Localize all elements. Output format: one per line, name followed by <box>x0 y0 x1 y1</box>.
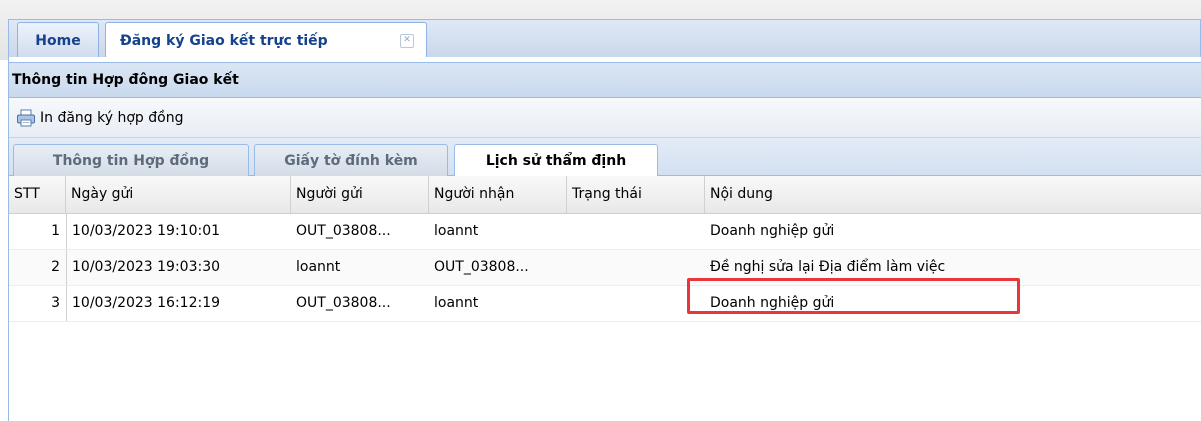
cell-nguoi-nhan: loannt <box>434 295 479 311</box>
contract-panel: Thông tin Hợp đông Giao kết In đăng ký h… <box>8 57 1201 421</box>
cell-nguoi-gui: OUT_03808... <box>296 295 391 311</box>
cell-noi-dung: Doanh nghiệp gửi <box>710 295 835 311</box>
cell-stt: 2 <box>51 259 60 275</box>
inner-tab-strip: Thông tin Hợp đồng Giấy tờ đính kèm Lịch… <box>9 138 1201 177</box>
table-row[interactable]: 3 10/03/2023 16:12:19 OUT_03808... loann… <box>9 286 1201 322</box>
cell-noi-dung: Doanh nghiệp gửi <box>710 223 835 239</box>
panel-toolbar: In đăng ký hợp đồng <box>9 98 1201 138</box>
outer-tab-strip: Home Đăng ký Giao kết trực tiếp ✕ <box>8 19 1201 58</box>
tab-dang-ky-giao-ket[interactable]: Đăng ký Giao kết trực tiếp ✕ <box>105 22 427 58</box>
cell-nguoi-nhan: loannt <box>434 223 479 239</box>
print-contract-button[interactable]: In đăng ký hợp đồng <box>16 107 183 129</box>
cell-ngay-gui: 10/03/2023 19:10:01 <box>66 214 291 249</box>
tab-dang-ky-label: Đăng ký Giao kết trực tiếp <box>120 32 328 49</box>
tab-home-label: Home <box>35 32 81 49</box>
cell-nguoi-nhan: OUT_03808... <box>434 259 529 275</box>
panel-title: Thông tin Hợp đông Giao kết <box>9 62 1201 98</box>
column-header-stt[interactable]: STT <box>9 176 66 213</box>
column-header-nguoi-gui[interactable]: Người gửi <box>291 176 429 213</box>
cell-ngay-gui: 10/03/2023 16:12:19 <box>66 286 291 321</box>
cell-trang-thai <box>567 286 705 321</box>
tab-thong-tin-hop-dong[interactable]: Thông tin Hợp đồng <box>13 144 249 176</box>
cell-noi-dung: Đề nghị sửa lại Địa điểm làm việc <box>710 259 946 275</box>
cell-nguoi-gui: OUT_03808... <box>296 223 391 239</box>
cell-stt: 1 <box>51 223 60 239</box>
table-row[interactable]: 1 10/03/2023 19:10:01 OUT_03808... loann… <box>9 214 1201 250</box>
outer-tab-bar: Home Đăng ký Giao kết trực tiếp ✕ <box>0 0 1201 60</box>
print-contract-label: In đăng ký hợp đồng <box>40 110 184 126</box>
tab-home[interactable]: Home <box>17 22 99 58</box>
printer-icon <box>17 109 35 127</box>
column-header-nguoi-nhan[interactable]: Người nhận <box>429 176 567 213</box>
column-header-ngay-gui[interactable]: Ngày gửi <box>66 176 291 213</box>
column-header-trang-thai[interactable]: Trạng thái <box>567 176 705 213</box>
tab-lich-su-tham-dinh[interactable]: Lịch sử thẩm định <box>454 144 658 177</box>
column-header-noi-dung[interactable]: Nội dung <box>705 176 1201 213</box>
close-icon[interactable]: ✕ <box>400 34 414 48</box>
table-row[interactable]: 2 10/03/2023 19:03:30 loannt OUT_03808..… <box>9 250 1201 286</box>
history-grid: STT Ngày gửi Người gửi Người nhận Trạng … <box>9 176 1201 322</box>
cell-trang-thai <box>567 250 705 285</box>
grid-header: STT Ngày gửi Người gửi Người nhận Trạng … <box>9 176 1201 214</box>
cell-stt: 3 <box>51 295 60 311</box>
cell-ngay-gui: 10/03/2023 19:03:30 <box>66 250 291 285</box>
cell-trang-thai <box>567 214 705 249</box>
cell-nguoi-gui: loannt <box>296 259 341 275</box>
tab-giay-to-dinh-kem[interactable]: Giấy tờ đính kèm <box>254 144 448 176</box>
